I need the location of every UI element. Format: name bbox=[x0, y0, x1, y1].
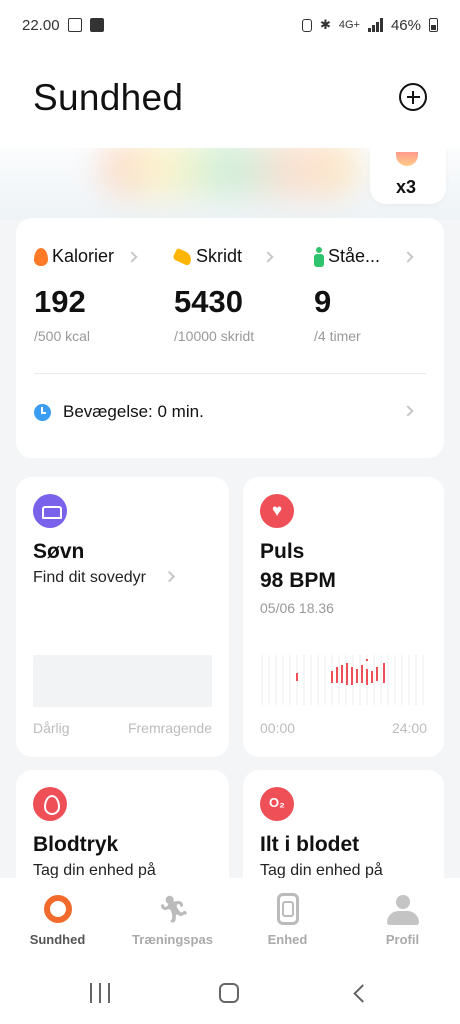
person-icon bbox=[314, 246, 324, 267]
back-button[interactable] bbox=[353, 984, 372, 1003]
nav-item-workouts[interactable]: 🏃︎ Træningspas bbox=[115, 878, 230, 963]
oxygen-icon bbox=[260, 787, 294, 821]
metric-value: 9 bbox=[314, 284, 332, 319]
gallery-icon bbox=[67, 18, 82, 32]
card-title: Søvn bbox=[33, 540, 85, 563]
pulse-timestamp: 05/06 18.36 bbox=[260, 600, 334, 616]
battery-percent: 46% bbox=[390, 16, 421, 34]
nav-label: Sundhed bbox=[29, 932, 86, 947]
profile-icon bbox=[386, 895, 419, 925]
metric-value: 5430 bbox=[174, 284, 243, 319]
metric-label: Kalorier bbox=[52, 246, 115, 266]
card-title: Puls bbox=[260, 540, 305, 563]
badge-count: x3 bbox=[396, 177, 417, 197]
badge-card[interactable]: x3 bbox=[370, 148, 446, 204]
recents-button[interactable] bbox=[90, 983, 110, 1003]
banner[interactable]: x3 bbox=[0, 148, 460, 220]
metric-label: Ståe... bbox=[328, 246, 381, 266]
bed-icon bbox=[33, 494, 67, 528]
metric-steps[interactable]: Skridt 5430 /10000 skridt bbox=[172, 246, 274, 344]
nav-label: Profil bbox=[385, 932, 420, 947]
clock-icon bbox=[34, 403, 51, 421]
banner-image bbox=[100, 148, 360, 198]
sleep-chart bbox=[33, 655, 212, 707]
nav-item-device[interactable]: Enhed bbox=[230, 878, 345, 963]
heart-icon bbox=[260, 494, 294, 528]
network-type: 4G+ bbox=[338, 19, 360, 31]
status-left: 22.00 bbox=[22, 17, 104, 34]
card-title: Ilt i blodet bbox=[260, 833, 360, 856]
running-icon: 🏃︎ bbox=[157, 894, 191, 924]
sleep-axis-start: Dårlig bbox=[33, 720, 70, 736]
metric-goal: /10000 skridt bbox=[174, 328, 255, 344]
chevron-right-icon bbox=[262, 250, 274, 263]
shoe-icon bbox=[172, 247, 194, 266]
metric-calories[interactable]: Kalorier 192 /500 kcal bbox=[34, 246, 138, 344]
status-bar: 22.00 ✱ 4G+ 46% bbox=[0, 0, 460, 50]
sleep-subtitle[interactable]: Find dit sovedyr bbox=[33, 569, 176, 587]
pulse-chart bbox=[261, 655, 424, 705]
add-button[interactable] bbox=[399, 83, 427, 111]
signal-icon bbox=[367, 18, 383, 32]
pulse-axis-end: 24:00 bbox=[391, 720, 427, 736]
pulse-bars bbox=[296, 659, 385, 685]
chevron-right-icon bbox=[402, 250, 414, 263]
metric-standing[interactable]: Ståe... 9 /4 timer bbox=[314, 246, 414, 344]
ice-cream-icon bbox=[396, 152, 418, 166]
home-button[interactable] bbox=[219, 983, 239, 1003]
pulse-axis-start: 00:00 bbox=[260, 720, 296, 736]
nav-label: Enhed bbox=[267, 932, 308, 947]
chevron-right-icon bbox=[126, 250, 138, 263]
lock-icon bbox=[301, 18, 312, 32]
ring-icon bbox=[43, 895, 72, 923]
nav-label: Træningspas bbox=[132, 932, 213, 947]
movement-label: Bevægelse: 0 min. bbox=[63, 402, 204, 421]
activity-card: Kalorier 192 /500 kcal Skridt 5430 /1000… bbox=[16, 218, 444, 458]
flame-icon bbox=[34, 247, 48, 266]
card-title: Blodtryk bbox=[33, 833, 119, 856]
bottom-nav: Sundhed 🏃︎ Træningspas Enhed Profil bbox=[0, 878, 460, 963]
chevron-right-icon bbox=[402, 405, 414, 417]
system-nav bbox=[0, 963, 460, 1024]
blood-drop-icon bbox=[33, 787, 67, 821]
metric-goal: /500 kcal bbox=[34, 328, 91, 344]
divider bbox=[34, 373, 426, 374]
status-right: ✱ 4G+ 46% bbox=[301, 16, 438, 34]
nav-item-profile[interactable]: Profil bbox=[345, 878, 460, 963]
metric-label: Skridt bbox=[196, 246, 243, 266]
chevron-right-icon bbox=[164, 570, 176, 583]
battery-icon bbox=[429, 18, 438, 32]
movement-row[interactable]: Bevægelse: 0 min. bbox=[34, 402, 426, 422]
nav-item-health[interactable]: Sundhed bbox=[0, 878, 115, 963]
metric-goal: /4 timer bbox=[314, 328, 361, 344]
sleep-subtitle-text: Find dit sovedyr bbox=[33, 569, 146, 586]
watch-icon bbox=[276, 893, 299, 925]
bluetooth-icon: ✱ bbox=[319, 17, 331, 32]
page-title: Sundhed bbox=[33, 77, 184, 118]
pulse-card[interactable]: Puls 98 BPM 05/06 18.36 00:00 24:00 bbox=[243, 477, 444, 757]
header: Sundhed bbox=[0, 50, 460, 148]
sleep-axis-end: Fremragende bbox=[127, 720, 212, 736]
metric-value: 192 bbox=[34, 284, 86, 319]
sleep-card[interactable]: Søvn Find dit sovedyr Dårlig Fremragende bbox=[16, 477, 229, 757]
checkbox-notification-icon bbox=[89, 18, 104, 32]
pulse-value: 98 BPM bbox=[260, 569, 336, 592]
status-time: 22.00 bbox=[22, 16, 60, 34]
